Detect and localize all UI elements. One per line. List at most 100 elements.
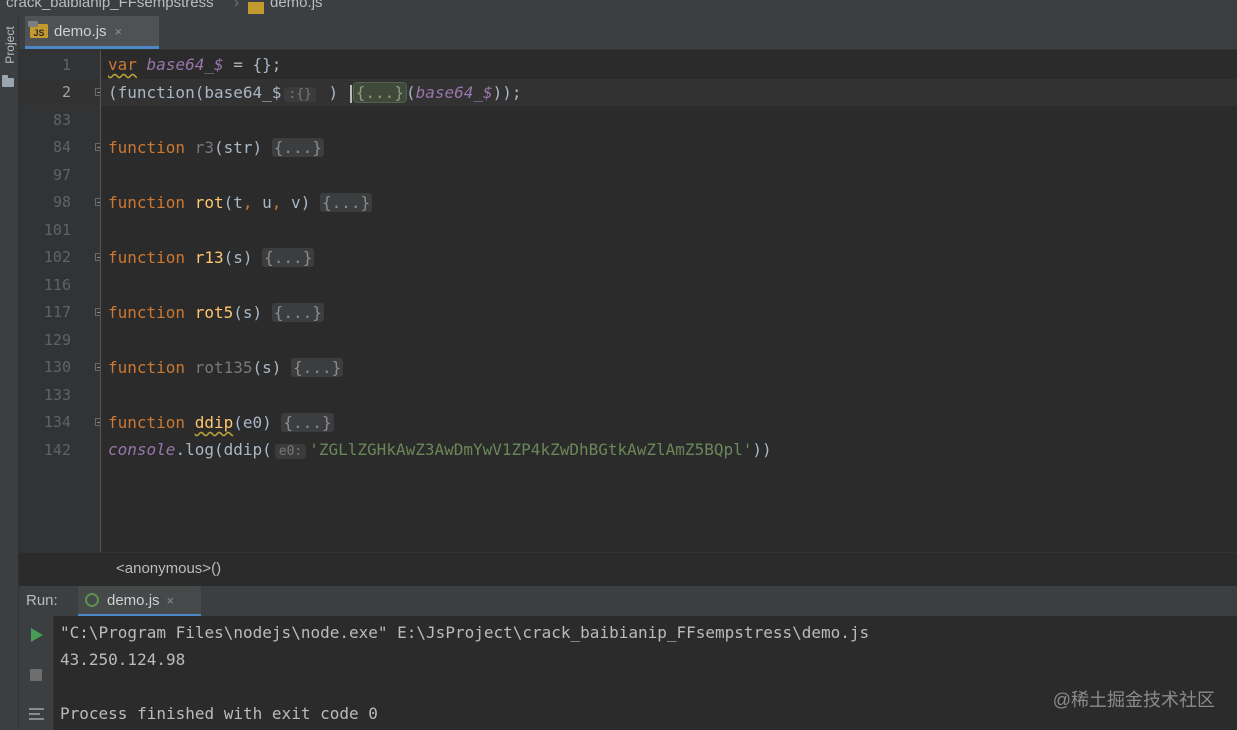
keyword-function: function (108, 138, 186, 157)
folded-block[interactable]: {...} (271, 303, 324, 322)
line-number: 117 (43, 303, 71, 321)
code-text: ( (405, 83, 416, 102)
keyword-var: var (108, 55, 137, 74)
code-text: = {}; (223, 55, 282, 74)
line-number: 142 (43, 441, 71, 459)
function-params: (t (223, 193, 243, 212)
nodejs-icon (85, 593, 99, 607)
line-number: 97 (52, 166, 71, 184)
function-params: (s) (233, 303, 263, 322)
code-text: )) (752, 440, 772, 459)
code-line-function-r13[interactable]: function r13(s) {...} (108, 248, 315, 267)
line-number: 1 (61, 56, 71, 74)
line-number: 98 (52, 193, 71, 211)
code-line-2[interactable]: (function(base64_$:{} ) {...} (base64_$))… (108, 82, 522, 103)
variable-name: base64_$ (415, 83, 493, 102)
line-number: 2 (61, 83, 71, 101)
run-tab-label: demo.js (107, 591, 160, 609)
line-number: 129 (43, 331, 71, 349)
code-line-function-rot[interactable]: function rot(t, u, v) {...} (108, 193, 373, 212)
keyword-function: function (108, 358, 186, 377)
line-number: 133 (43, 386, 71, 404)
folder-icon[interactable] (2, 75, 14, 87)
line-number: 134 (43, 413, 71, 431)
run-toolbar (19, 616, 54, 730)
function-params: (str) (213, 138, 263, 157)
line-number-gutter: 1 2 83 84 97 98 101 102 116 117 129 130 … (19, 50, 103, 552)
keyword-function: function (108, 303, 186, 322)
project-tool-strip: Project (0, 16, 19, 730)
folded-block[interactable]: {...} (291, 358, 344, 377)
text-caret (349, 84, 352, 103)
editor-tab-bar: JS demo.js × (19, 16, 1237, 50)
function-name: rot (194, 193, 224, 212)
scroll-to-end-icon[interactable] (29, 708, 44, 722)
run-tab-demo-js[interactable]: demo.js × (78, 586, 201, 617)
code-line-function-rot5[interactable]: function rot5(s) {...} (108, 303, 324, 322)
code-text: , (271, 193, 282, 212)
string-literal: 'ZGLlZGHkAwZ3AwDmYwV1ZP4kZwDhBGtkAwZlAmZ… (309, 440, 753, 459)
code-editor[interactable] (101, 50, 1237, 552)
line-number: 116 (43, 276, 71, 294)
function-name: rot135 (194, 358, 253, 377)
console-object: console (108, 440, 176, 459)
function-params: (s) (252, 358, 282, 377)
console-line: "C:\Program Files\nodejs\node.exe" E:\Js… (60, 623, 870, 642)
js-file-icon: JS (28, 21, 48, 38)
inlay-type-hint: :{} (284, 87, 316, 102)
breadcrumb-file[interactable]: demo.js (270, 0, 323, 11)
editor-scope-breadcrumb[interactable]: <anonymous>() (116, 560, 221, 577)
code-text: .log(ddip( (175, 440, 272, 459)
console-line: Process finished with exit code 0 (60, 704, 378, 723)
tab-label: demo.js (54, 22, 107, 40)
code-text: (function(base64_$ (108, 83, 282, 102)
folded-block[interactable]: {...} (319, 193, 373, 212)
function-params: (s) (223, 248, 253, 267)
breadcrumb-separator: › (234, 0, 239, 11)
code-line-console-log[interactable]: console.log(ddip(e0: 'ZGLlZGHkAwZ3AwDmYwV… (108, 440, 772, 459)
code-text: ) (318, 83, 348, 102)
line-number: 101 (43, 221, 71, 239)
function-name: r3 (194, 138, 214, 157)
line-number: 102 (43, 248, 71, 266)
function-params: u (252, 193, 272, 212)
keyword-function: function (108, 413, 186, 432)
line-number: 130 (43, 358, 71, 376)
watermark: @稀土掘金技术社区 (1052, 690, 1215, 710)
code-line-function-ddip[interactable]: function ddip(e0) {...} (108, 413, 334, 432)
navigation-breadcrumb: crack_baibianip_FFsempstress › demo.js (0, 0, 1237, 17)
project-tool-button[interactable]: Project (3, 20, 17, 70)
function-name: r13 (194, 248, 224, 267)
code-line-1[interactable]: var base64_$ = {}; (108, 55, 281, 74)
stop-icon[interactable] (30, 669, 42, 681)
function-params: v) (281, 193, 311, 212)
function-name: rot5 (194, 303, 234, 322)
code-line-function-rot135[interactable]: function rot135(s) {...} (108, 358, 344, 377)
close-icon[interactable]: × (115, 24, 123, 39)
close-icon[interactable]: × (167, 593, 175, 608)
code-line-function-r3[interactable]: function r3(str) {...} (108, 138, 324, 157)
rerun-play-icon[interactable] (31, 628, 43, 642)
run-console-output[interactable]: "C:\Program Files\nodejs\node.exe" E:\Js… (54, 616, 1237, 730)
keyword-function: function (108, 248, 186, 267)
folded-block[interactable]: {...} (271, 138, 324, 157)
run-title: Run: (26, 592, 58, 609)
folded-block[interactable]: {...} (281, 413, 334, 432)
editor-breadcrumb-bar: <anonymous>() (19, 552, 1237, 585)
tab-demo-js[interactable]: JS demo.js × (25, 16, 159, 49)
variable-name: base64_$ (146, 55, 224, 74)
folded-block[interactable]: {...} (352, 82, 407, 103)
code-text: )); (492, 83, 522, 102)
folded-block[interactable]: {...} (262, 248, 315, 267)
keyword-function: function (108, 193, 186, 212)
line-number: 83 (52, 111, 71, 129)
line-number: 84 (52, 138, 71, 156)
breadcrumb-project[interactable]: crack_baibianip_FFsempstress (6, 0, 214, 11)
function-params: (e0) (233, 413, 272, 432)
console-line: 43.250.124.98 (60, 650, 186, 669)
code-text: , (242, 193, 253, 212)
inlay-parameter-hint: e0: (274, 444, 307, 459)
run-tool-window-header: Run: demo.js × (19, 585, 1237, 617)
function-name: ddip (194, 413, 234, 432)
js-file-icon (248, 2, 264, 14)
